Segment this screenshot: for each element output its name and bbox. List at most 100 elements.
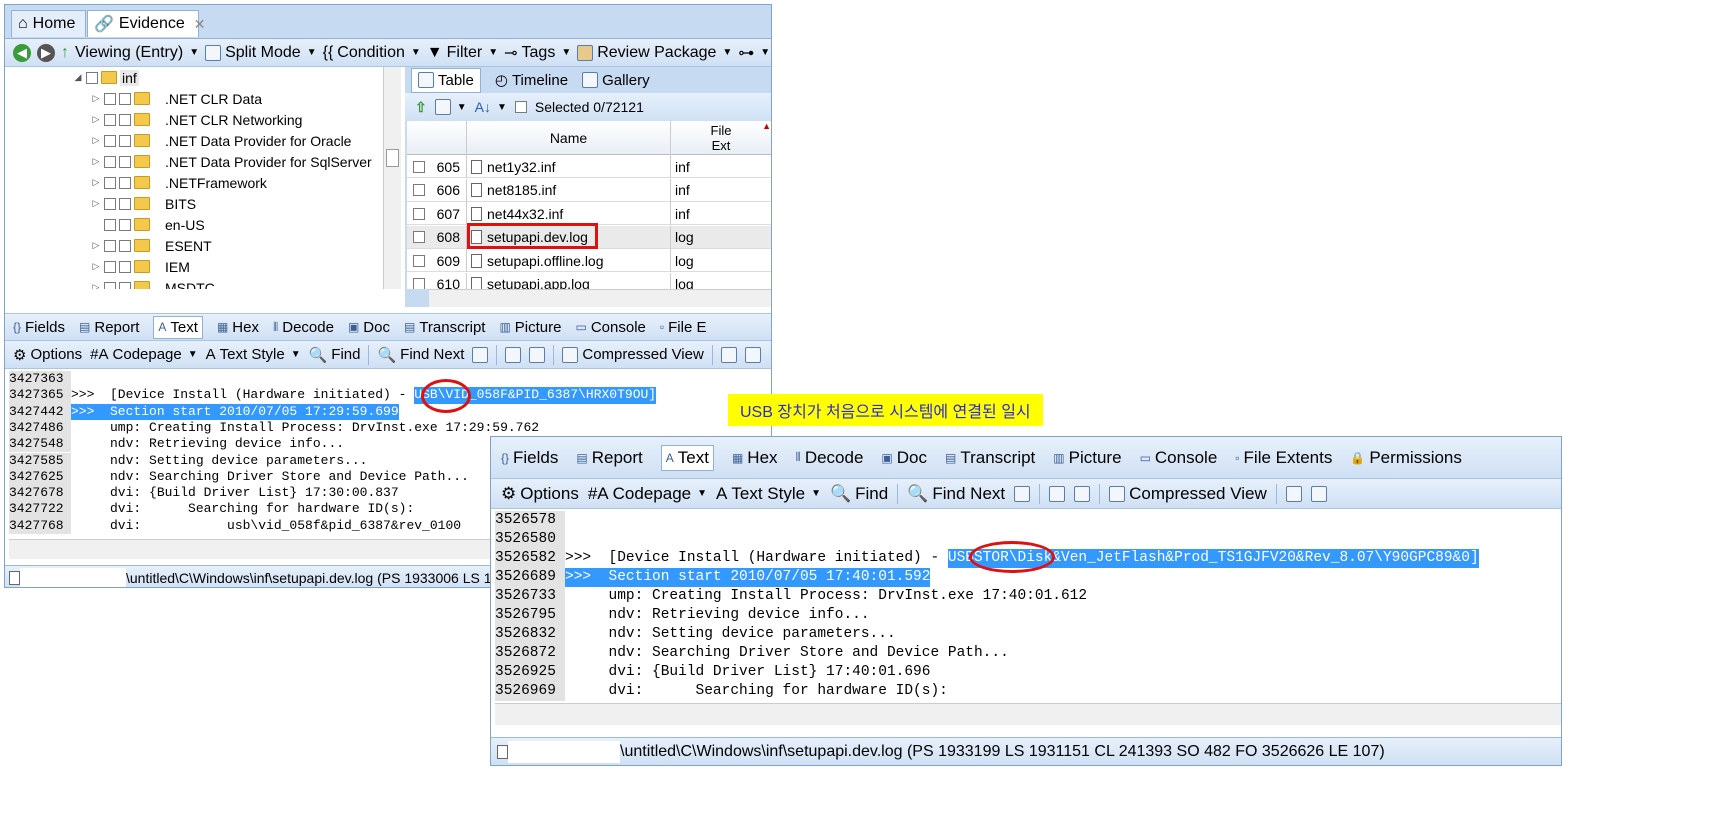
- tree-item[interactable]: ▷ .NET Data Provider for SqlServer: [91, 151, 372, 172]
- row-checkbox[interactable]: [413, 278, 425, 289]
- page-icon[interactable]: [505, 346, 522, 363]
- tree-checkbox[interactable]: [86, 71, 98, 84]
- tree-item[interactable]: ▷ BITS: [91, 193, 197, 214]
- tab-file-extents[interactable]: ▫ File Extents: [1235, 448, 1332, 468]
- forward-icon[interactable]: ▶: [37, 43, 55, 62]
- tab-console[interactable]: ▭ Console: [575, 319, 645, 336]
- table-row[interactable]: 606 net8185.inf inf: [407, 178, 771, 202]
- condition-icon: {{: [322, 43, 334, 61]
- line-text: ump: Creating Install Process: DrvInst.e…: [71, 419, 540, 435]
- back-icon[interactable]: ◀: [13, 43, 31, 62]
- row-checkbox[interactable]: [413, 184, 425, 196]
- find-next-button[interactable]: 🔍 Find Next: [907, 484, 1005, 504]
- tree-item[interactable]: ▷ IEM: [91, 256, 190, 277]
- export-icon[interactable]: [1285, 485, 1302, 502]
- filter-dropdown[interactable]: ▼ Filter ▼: [427, 44, 498, 62]
- options-button[interactable]: ⚙ Options: [501, 484, 579, 504]
- table-row[interactable]: 609 setupapi.offline.log log: [407, 249, 771, 272]
- tab-timeline[interactable]: ◴ Timeline: [495, 71, 568, 90]
- tree-item[interactable]: ▷ .NET CLR Networking: [91, 109, 303, 130]
- import-icon[interactable]: [1310, 485, 1327, 502]
- viewing-dropdown[interactable]: Viewing (Entry) ▼: [75, 44, 199, 62]
- row-checkbox[interactable]: [413, 231, 425, 243]
- column-header-name[interactable]: Name: [467, 121, 671, 155]
- table-row[interactable]: 605 net1y32.inf inf: [407, 155, 771, 178]
- page-icon[interactable]: [529, 346, 546, 363]
- row-checkbox[interactable]: [413, 160, 425, 173]
- tab-doc[interactable]: ▣ Doc: [881, 448, 927, 468]
- codepage-dropdown[interactable]: #A Codepage ▼: [90, 346, 198, 363]
- tab-report[interactable]: ▤ Report: [79, 319, 139, 336]
- copy-icon[interactable]: [472, 346, 489, 363]
- tree-item[interactable]: ▷ ESENT: [91, 235, 212, 256]
- tab-decode[interactable]: ⦀ Decode: [273, 319, 334, 336]
- tree-item[interactable]: ▷ MSDTC: [91, 277, 215, 289]
- tab-table[interactable]: Table: [411, 67, 481, 93]
- tab-hex[interactable]: ▦ Hex: [217, 319, 259, 336]
- row-checkbox[interactable]: [413, 207, 425, 220]
- find-button[interactable]: 🔍 Find: [830, 484, 888, 504]
- page-icon[interactable]: [1074, 485, 1091, 502]
- review-package-dropdown[interactable]: Review Package ▼: [577, 44, 732, 62]
- line-offset: 3526582: [495, 549, 565, 568]
- tab-fields[interactable]: {} Fields: [501, 448, 558, 468]
- condition-dropdown[interactable]: {{Condition ▼: [323, 44, 421, 62]
- codepage-dropdown[interactable]: #A Codepage ▼: [588, 484, 707, 504]
- split-mode-dropdown[interactable]: Split Mode ▼: [205, 44, 317, 62]
- table-horizontal-scrollbar[interactable]: [429, 289, 771, 307]
- page-icon[interactable]: [1049, 485, 1066, 502]
- tab-text[interactable]: A Text: [153, 315, 203, 339]
- table-row[interactable]: 607 net44x32.inf inf: [407, 202, 771, 225]
- tab-picture[interactable]: ▥ Picture: [1053, 448, 1121, 468]
- tab-transcript[interactable]: ▤ Transcript: [404, 319, 485, 336]
- copy-icon[interactable]: [1014, 485, 1031, 502]
- export-icon[interactable]: [720, 346, 737, 363]
- row-checkbox[interactable]: [413, 254, 425, 267]
- tab-text[interactable]: A Text: [660, 444, 714, 471]
- close-tab-icon[interactable]: ✕: [194, 16, 206, 33]
- find-button[interactable]: 🔍 Find: [309, 346, 361, 364]
- tab-console[interactable]: ▭ Console: [1140, 448, 1218, 468]
- text-style-dropdown[interactable]: A Text Style ▼: [206, 346, 301, 363]
- file-name: net1y32.inf: [487, 158, 556, 175]
- tree-item[interactable]: en-US: [91, 214, 205, 235]
- find-next-button[interactable]: 🔍 Find Next: [377, 346, 464, 364]
- tree-item[interactable]: ▷ .NET Data Provider for Oracle: [91, 130, 352, 151]
- tab-permissions[interactable]: 🔒 Permissions: [1350, 448, 1462, 468]
- key-dropdown[interactable]: ⊶ ▼: [738, 43, 770, 63]
- compressed-view-button[interactable]: Compressed View: [1109, 484, 1267, 504]
- up-arrow-icon[interactable]: ↑: [61, 44, 69, 62]
- tab-file-extents[interactable]: ▫ File E: [660, 319, 707, 336]
- console-icon: ▭: [1139, 450, 1151, 465]
- select-all-checkbox[interactable]: [514, 101, 527, 113]
- tab-gallery[interactable]: Gallery: [582, 72, 650, 89]
- scroll-thumb[interactable]: [386, 149, 399, 167]
- compressed-view-button[interactable]: Compressed View: [562, 346, 704, 363]
- sort-dropdown[interactable]: A↓ ▼: [475, 99, 507, 115]
- text-viewer[interactable]: 3526578 3526580 3526582 >>> [Device Install…: [495, 511, 1561, 701]
- columns-dropdown[interactable]: ▼: [434, 99, 467, 115]
- tab-doc[interactable]: ▣ Doc: [348, 319, 390, 336]
- options-button[interactable]: ⚙ Options: [13, 346, 82, 364]
- tab-transcript[interactable]: ▤ Transcript: [945, 448, 1035, 468]
- tab-home[interactable]: ⌂ Home: [11, 10, 86, 37]
- tree-vertical-scrollbar[interactable]: [383, 67, 401, 289]
- text-line: 3526578: [495, 511, 1561, 530]
- tree-item-root[interactable]: ◢ inf: [73, 67, 139, 88]
- tab-decode[interactable]: ⦀ Decode: [796, 448, 864, 468]
- tab-fields[interactable]: {} Fields: [13, 319, 65, 336]
- tab-evidence[interactable]: 🔗 Evidence ✕: [87, 10, 205, 37]
- text-style-dropdown[interactable]: A Text Style ▼: [716, 484, 821, 504]
- tab-report[interactable]: ▤ Report: [576, 448, 642, 468]
- table-row[interactable]: 610 setupapi.app.log log: [407, 272, 771, 289]
- text-horizontal-scrollbar[interactable]: [495, 703, 1561, 725]
- up-folder-icon[interactable]: ⇧: [415, 99, 427, 116]
- column-header-file-ext[interactable]: File Ext: [671, 123, 771, 153]
- tree-item[interactable]: ▷ .NETFramework: [91, 172, 267, 193]
- tags-dropdown[interactable]: ⊸ Tags ▼: [504, 43, 571, 63]
- import-icon[interactable]: [744, 346, 761, 363]
- file-icon: [471, 159, 482, 174]
- tab-hex[interactable]: ▦ Hex: [732, 448, 778, 468]
- tab-picture[interactable]: ▥ Picture: [499, 319, 561, 336]
- tree-item[interactable]: ▷ .NET CLR Data: [91, 88, 262, 109]
